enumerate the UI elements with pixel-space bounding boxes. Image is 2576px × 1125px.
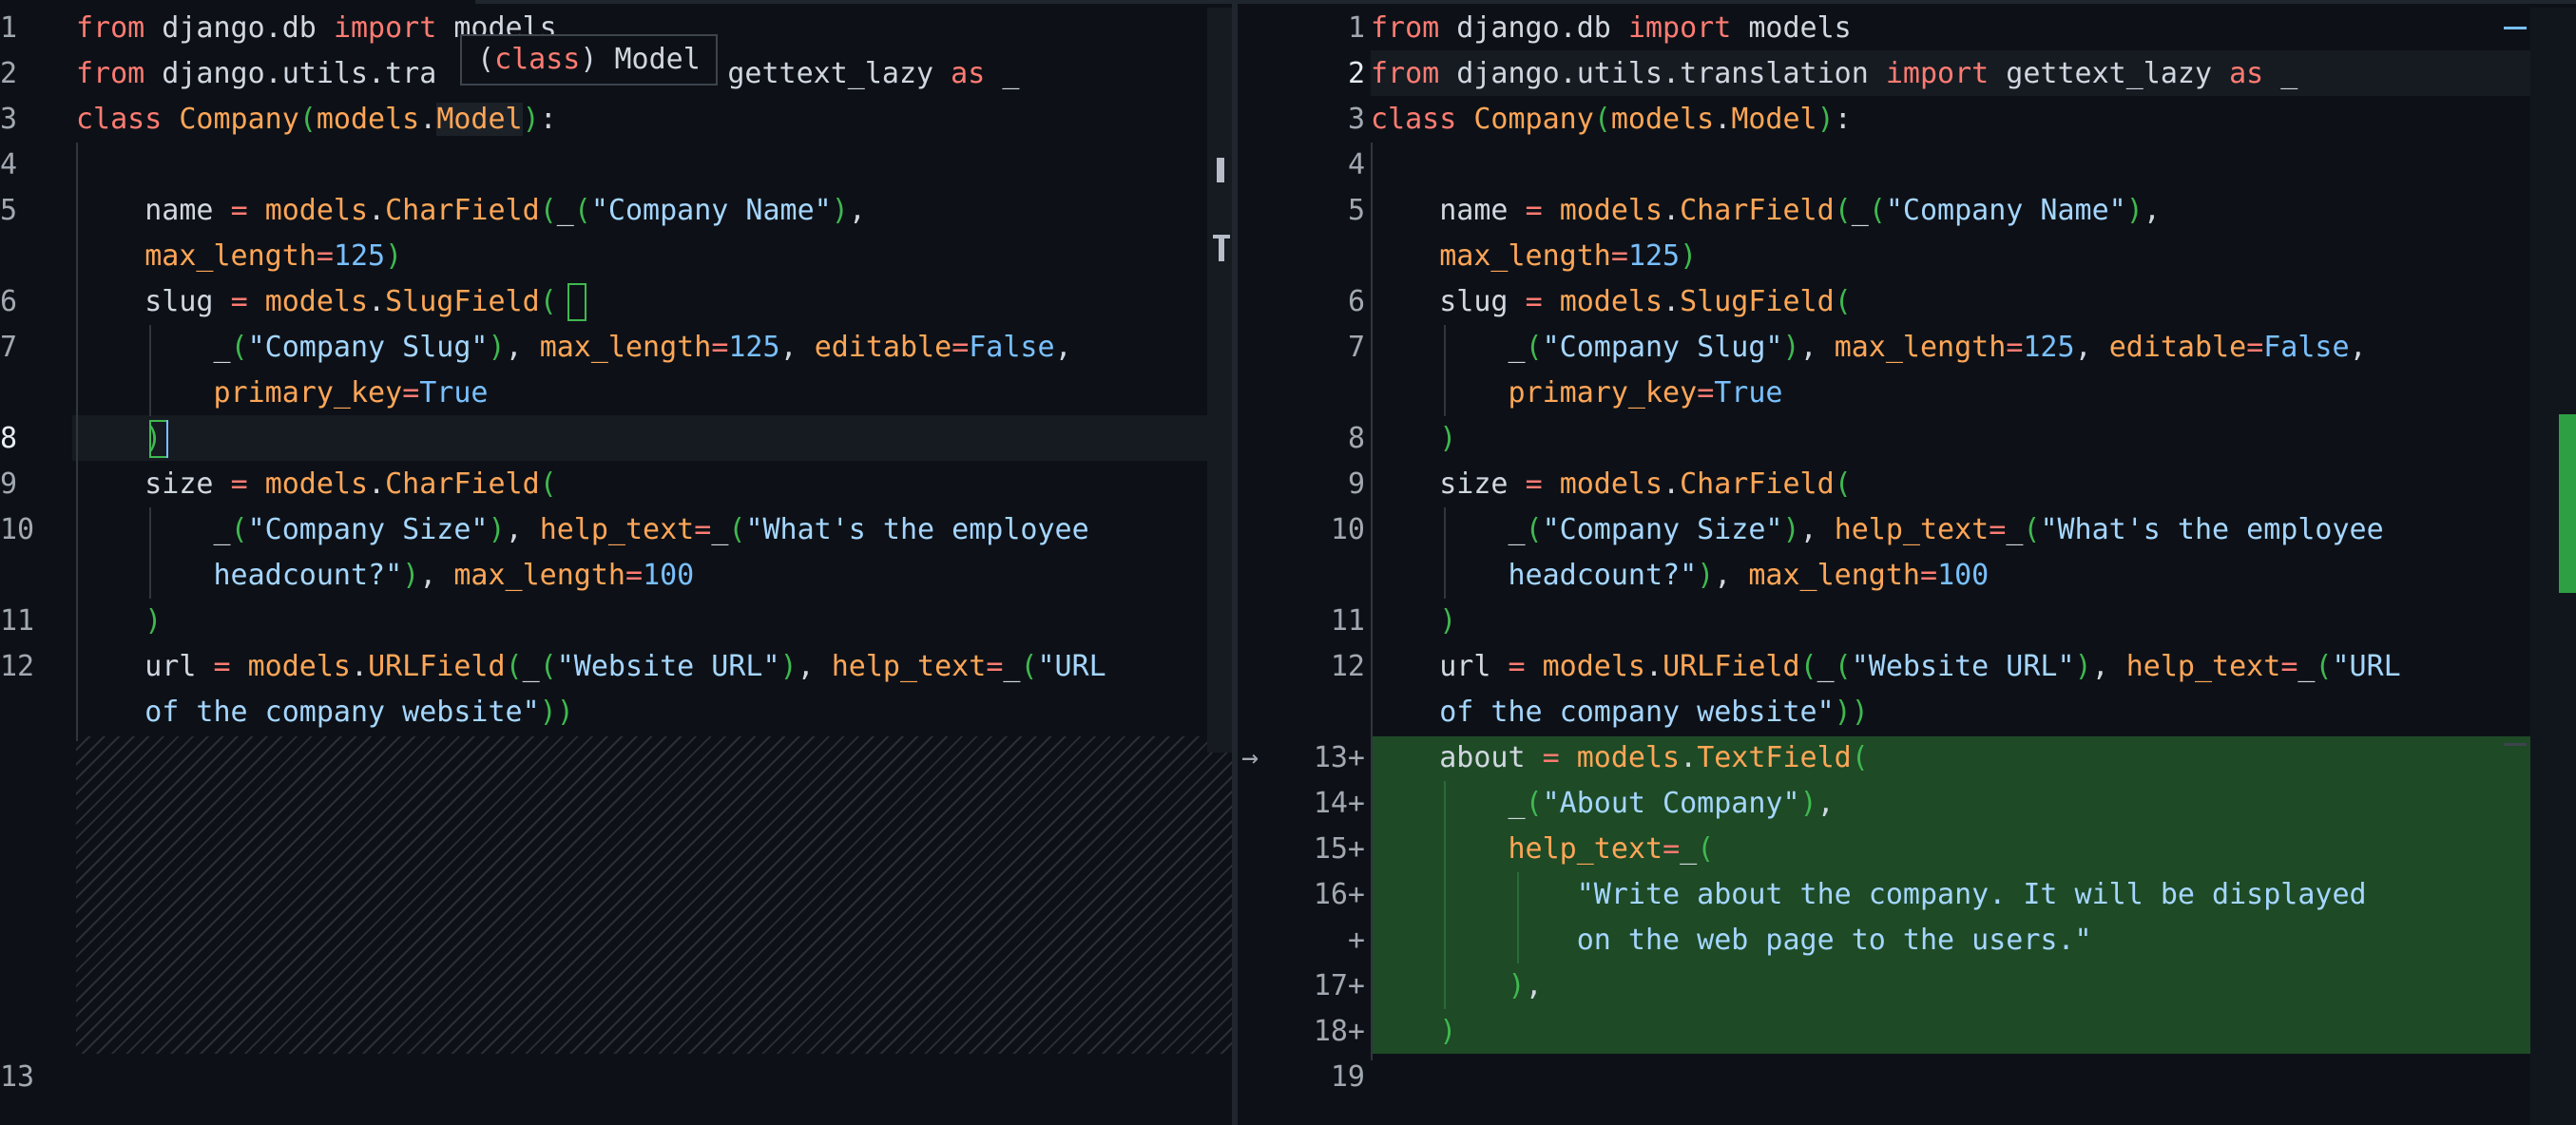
text-caret <box>166 420 168 458</box>
line-number: 5 <box>1347 194 1365 227</box>
code-line-7: _("Company Slug"), max_length=125, edita… <box>76 331 1072 364</box>
code-line-18-added: ) <box>1439 1015 1457 1048</box>
line-number: 12 <box>1330 650 1365 683</box>
line-number: 9 <box>1347 467 1365 501</box>
left-pane: 1 2 3 4 5 6 7 8 9 10 11 12 13 from djang… <box>0 0 1232 1125</box>
code-line-1: from django.db import models <box>1371 11 1852 45</box>
code-line-12-wrap: of the company website")) <box>1439 696 1869 729</box>
right-gutter: 1 2 3 4 5 6 7 8 9 10 11 12 13+ 14+ 15+ 1… <box>1276 0 1371 1125</box>
deleted-placeholder-hatch <box>76 736 1232 1054</box>
line-number: 4 <box>1347 148 1365 181</box>
line-number: 7 <box>1347 331 1365 364</box>
line-number-added: 13+ <box>1313 741 1365 774</box>
code-line-3: class Company(models.Model): <box>76 103 557 136</box>
code-line-3: class Company(models.Model): <box>1371 103 1852 136</box>
revert-arrow-icon[interactable]: → <box>1241 735 1259 781</box>
line-number: 19 <box>1330 1060 1365 1094</box>
line-number: 6 <box>1347 285 1365 318</box>
code-line-12: url = models.URLField(_("Website URL"), … <box>76 650 1106 683</box>
code-line-11: ) <box>144 604 163 638</box>
line-number: 3 <box>1347 103 1365 136</box>
hover-tooltip: (class) Model <box>460 34 718 86</box>
code-line-16-added: "Write about the company. It will be dis… <box>1576 878 2367 911</box>
code-line-10: _("Company Size"), help_text=_("What's t… <box>1371 513 2384 546</box>
code-line-7-wrap: primary_key=True <box>1508 376 1783 410</box>
code-line-11: ) <box>1439 604 1457 638</box>
line-number-added: 15+ <box>1313 832 1365 866</box>
current-line-highlight <box>72 415 1232 461</box>
line-number-added: 16+ <box>1313 878 1365 911</box>
line-number: 1 <box>0 11 18 45</box>
line-number: 2 <box>0 57 18 90</box>
top-tab-edge <box>475 0 2576 4</box>
diff-editor: 1 2 3 4 5 6 7 8 9 10 11 12 13 from djang… <box>0 0 2576 1125</box>
code-line-12-wrap: of the company website")) <box>144 696 574 729</box>
left-scrollbar-track[interactable] <box>1207 8 1232 753</box>
code-line-2: from django.utils.translation import get… <box>1371 57 2298 90</box>
right-pane: → 1 2 3 4 5 6 7 8 9 10 11 12 13+ 14+ 15+… <box>1238 0 2576 1125</box>
change-marker <box>2559 414 2576 593</box>
scrollbar-cursor-mark <box>1219 235 1224 261</box>
code-line-13-added: about = models.TextField( <box>1371 741 1869 774</box>
code-line-8: ) <box>1439 422 1457 455</box>
code-line-9: size = models.CharField( <box>76 467 557 501</box>
line-number-added: + <box>1347 924 1365 957</box>
code-line-10-wrap: headcount?"), max_length=100 <box>1508 559 1990 592</box>
line-number: 12 <box>0 650 35 683</box>
code-line-7: _("Company Slug"), max_length=125, edita… <box>1371 331 2367 364</box>
line-number: 9 <box>0 467 18 501</box>
code-line-5: name = models.CharField(_("Company Name"… <box>1371 194 2161 227</box>
line-number: 11 <box>1330 604 1365 638</box>
code-line-10: _("Company Size"), help_text=_("What's t… <box>76 513 1089 546</box>
line-number-active: 8 <box>0 422 18 455</box>
code-line-7-wrap: primary_key=True <box>213 376 489 410</box>
line-number: 8 <box>1347 422 1365 455</box>
scrollbar-mark <box>2504 743 2527 746</box>
code-line-6: slug = models.SlugField( <box>76 285 557 318</box>
bracket-match-highlight <box>567 283 586 321</box>
line-number-added: 14+ <box>1313 787 1365 820</box>
scrollbar-mark <box>2504 27 2527 29</box>
code-line-12: url = models.URLField(_("Website URL"), … <box>1371 650 2401 683</box>
code-line-14-added: _("About Company"), <box>1371 787 1835 820</box>
line-number: 11 <box>0 604 35 638</box>
code-line-10-wrap: headcount?"), max_length=100 <box>213 559 695 592</box>
line-number: 13 <box>0 1060 35 1094</box>
line-number: 4 <box>0 148 18 181</box>
code-line-16-added-wrap: on the web page to the users." <box>1576 924 2092 957</box>
line-number: 10 <box>1330 513 1365 546</box>
code-line-15-added: help_text=_( <box>1508 832 1715 866</box>
line-number: 7 <box>0 331 18 364</box>
line-number-added: 18+ <box>1313 1015 1365 1048</box>
bracket-match-highlight <box>149 420 168 458</box>
scrollbar-cursor-mark <box>1217 158 1224 182</box>
line-number-active: 2 <box>1347 57 1365 90</box>
line-number-added: 17+ <box>1313 969 1365 1002</box>
code-line-5-wrap: max_length=125) <box>1439 239 1698 273</box>
line-number: 6 <box>0 285 18 318</box>
code-line-6: slug = models.SlugField( <box>1371 285 1852 318</box>
code-line-5-wrap: max_length=125) <box>144 239 403 273</box>
line-number: 1 <box>1347 11 1365 45</box>
line-number: 10 <box>0 513 35 546</box>
code-line-5: name = models.CharField(_("Company Name"… <box>76 194 866 227</box>
line-number: 3 <box>0 103 18 136</box>
code-line-17-added: ), <box>1508 969 1543 1002</box>
line-number: 5 <box>0 194 18 227</box>
code-line-9: size = models.CharField( <box>1371 467 1852 501</box>
